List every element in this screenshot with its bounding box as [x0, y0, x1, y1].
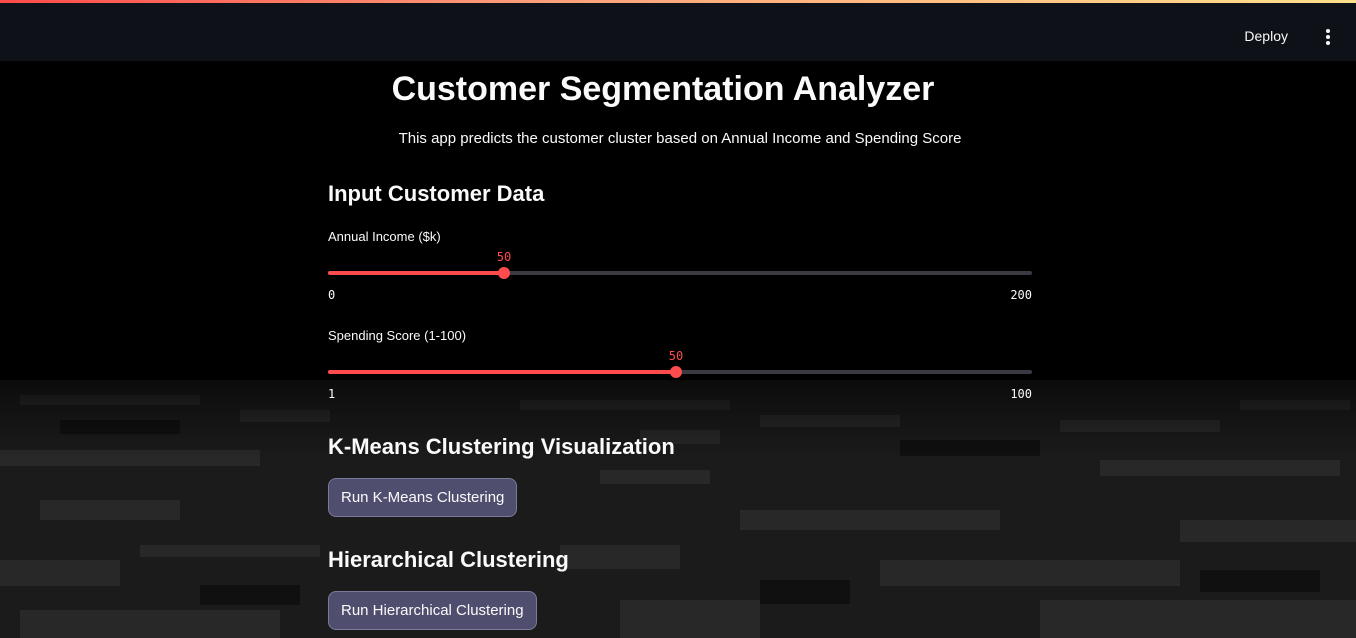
slider-fill [328, 271, 504, 275]
spending-slider-label: Spending Score (1-100) [328, 328, 467, 343]
slider-value: 50 [668, 349, 684, 363]
page-title: Customer Segmentation Analyzer [391, 70, 935, 108]
menu-dot [1326, 41, 1330, 45]
run-hierarchical-button[interactable]: Run Hierarchical Clustering [328, 591, 537, 630]
input-section-heading: Input Customer Data [328, 181, 545, 206]
spending-slider[interactable]: 50 1 100 [328, 349, 1032, 412]
income-slider[interactable]: 50 0 200 [328, 250, 1032, 313]
slider-value: 50 [496, 250, 512, 264]
hierarchical-section-heading: Hierarchical Clustering [328, 547, 569, 572]
app-page: Deploy Customer Segmentation Analyzer Th… [0, 0, 1356, 638]
menu-dot [1326, 35, 1330, 39]
page-subtitle: This app predicts the customer cluster b… [398, 130, 962, 147]
slider-thumb[interactable] [498, 267, 510, 279]
kmeans-section-heading: K-Means Clustering Visualization [328, 434, 675, 459]
slider-min-label: 1 [328, 387, 336, 401]
deploy-button[interactable]: Deploy [1244, 28, 1288, 44]
slider-thumb[interactable] [670, 366, 682, 378]
slider-fill [328, 370, 676, 374]
app-header: Deploy [0, 3, 1356, 61]
vertical-ellipsis-icon[interactable] [1322, 29, 1334, 45]
slider-max-label: 200 [1010, 288, 1032, 302]
run-kmeans-button[interactable]: Run K-Means Clustering [328, 478, 518, 517]
menu-dot [1326, 29, 1330, 33]
slider-max-label: 100 [1010, 387, 1032, 401]
slider-min-label: 0 [328, 288, 336, 302]
income-slider-label: Annual Income ($k) [328, 229, 441, 244]
